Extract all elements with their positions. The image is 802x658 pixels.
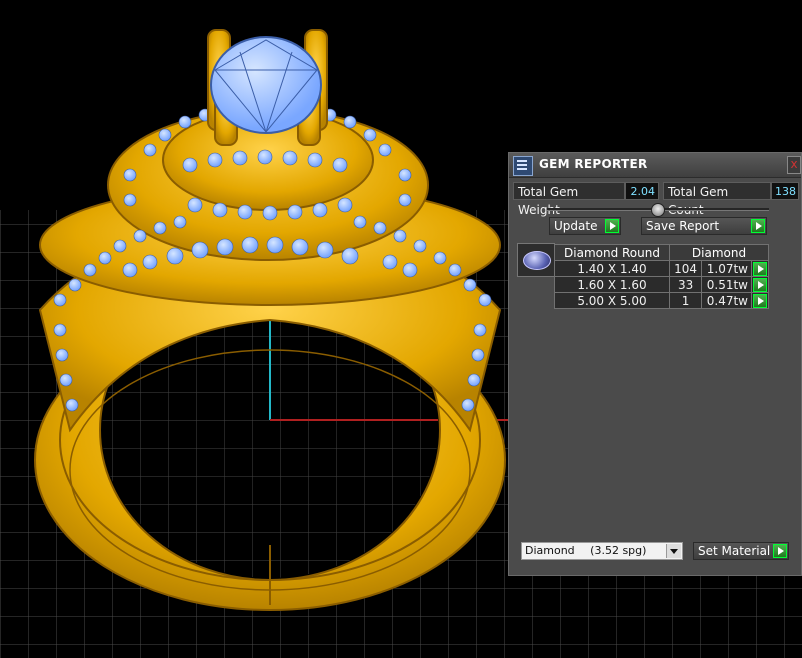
row-weight: 0.47tw xyxy=(701,292,752,309)
row-select-button[interactable] xyxy=(751,292,769,309)
row-weight: 0.51tw xyxy=(701,276,752,293)
play-arrow-icon xyxy=(773,544,787,558)
play-arrow-icon xyxy=(605,219,619,233)
row-count: 1 xyxy=(668,292,703,309)
row-size: 1.60 X 1.60 xyxy=(554,276,670,293)
play-arrow-icon xyxy=(753,277,767,292)
column-header-material: Diamond xyxy=(669,244,769,261)
table-row[interactable]: 1.40 X 1.40 104 1.07tw xyxy=(554,260,769,277)
save-report-button-label: Save Report xyxy=(646,219,720,233)
set-material-button-label: Set Material xyxy=(698,544,771,558)
total-gem-count-value: 138 xyxy=(771,182,799,200)
gem-reporter-app-icon xyxy=(513,156,533,176)
row-size: 5.00 X 5.00 xyxy=(554,292,670,309)
dropdown-arrow-icon[interactable] xyxy=(666,544,681,558)
total-gem-count-label: Total Gem Count xyxy=(663,182,771,217)
row-weight: 1.07tw xyxy=(701,260,752,277)
total-gem-weight-value: 2.04 xyxy=(625,182,659,200)
panel-titlebar[interactable]: GEM REPORTER x xyxy=(509,153,801,178)
play-arrow-icon xyxy=(753,261,767,276)
row-select-button[interactable] xyxy=(751,276,769,293)
material-density: (3.52 spg) xyxy=(590,544,647,557)
material-dropdown[interactable]: Diamond (3.52 spg) xyxy=(521,542,683,560)
gem-thumbnail-icon[interactable] xyxy=(517,243,555,277)
save-report-button[interactable]: Save Report xyxy=(641,217,767,235)
row-size: 1.40 X 1.40 xyxy=(554,260,670,277)
material-name: Diamond xyxy=(525,544,575,557)
update-button[interactable]: Update xyxy=(549,217,621,235)
table-row[interactable]: 5.00 X 5.00 1 0.47tw xyxy=(554,292,769,309)
play-arrow-icon xyxy=(753,293,767,308)
play-arrow-icon xyxy=(751,219,765,233)
row-select-button[interactable] xyxy=(751,260,769,277)
column-header-shape: Diamond Round xyxy=(554,244,670,261)
update-button-label: Update xyxy=(554,219,598,233)
gem-table: Diamond Round Diamond 1.40 X 1.40 104 1.… xyxy=(554,244,769,309)
slider-knob-icon[interactable] xyxy=(651,203,665,217)
panel-title: GEM REPORTER xyxy=(539,157,648,171)
table-row[interactable]: 1.60 X 1.60 33 0.51tw xyxy=(554,276,769,293)
set-material-button[interactable]: Set Material xyxy=(693,542,789,560)
total-gem-weight-label: Total Gem Weight xyxy=(513,182,625,217)
gem-reporter-panel: GEM REPORTER x Total Gem Weight 2.04 Tot… xyxy=(508,152,802,576)
close-icon[interactable]: x xyxy=(787,156,801,174)
row-count: 104 xyxy=(668,260,703,277)
row-count: 33 xyxy=(668,276,703,293)
